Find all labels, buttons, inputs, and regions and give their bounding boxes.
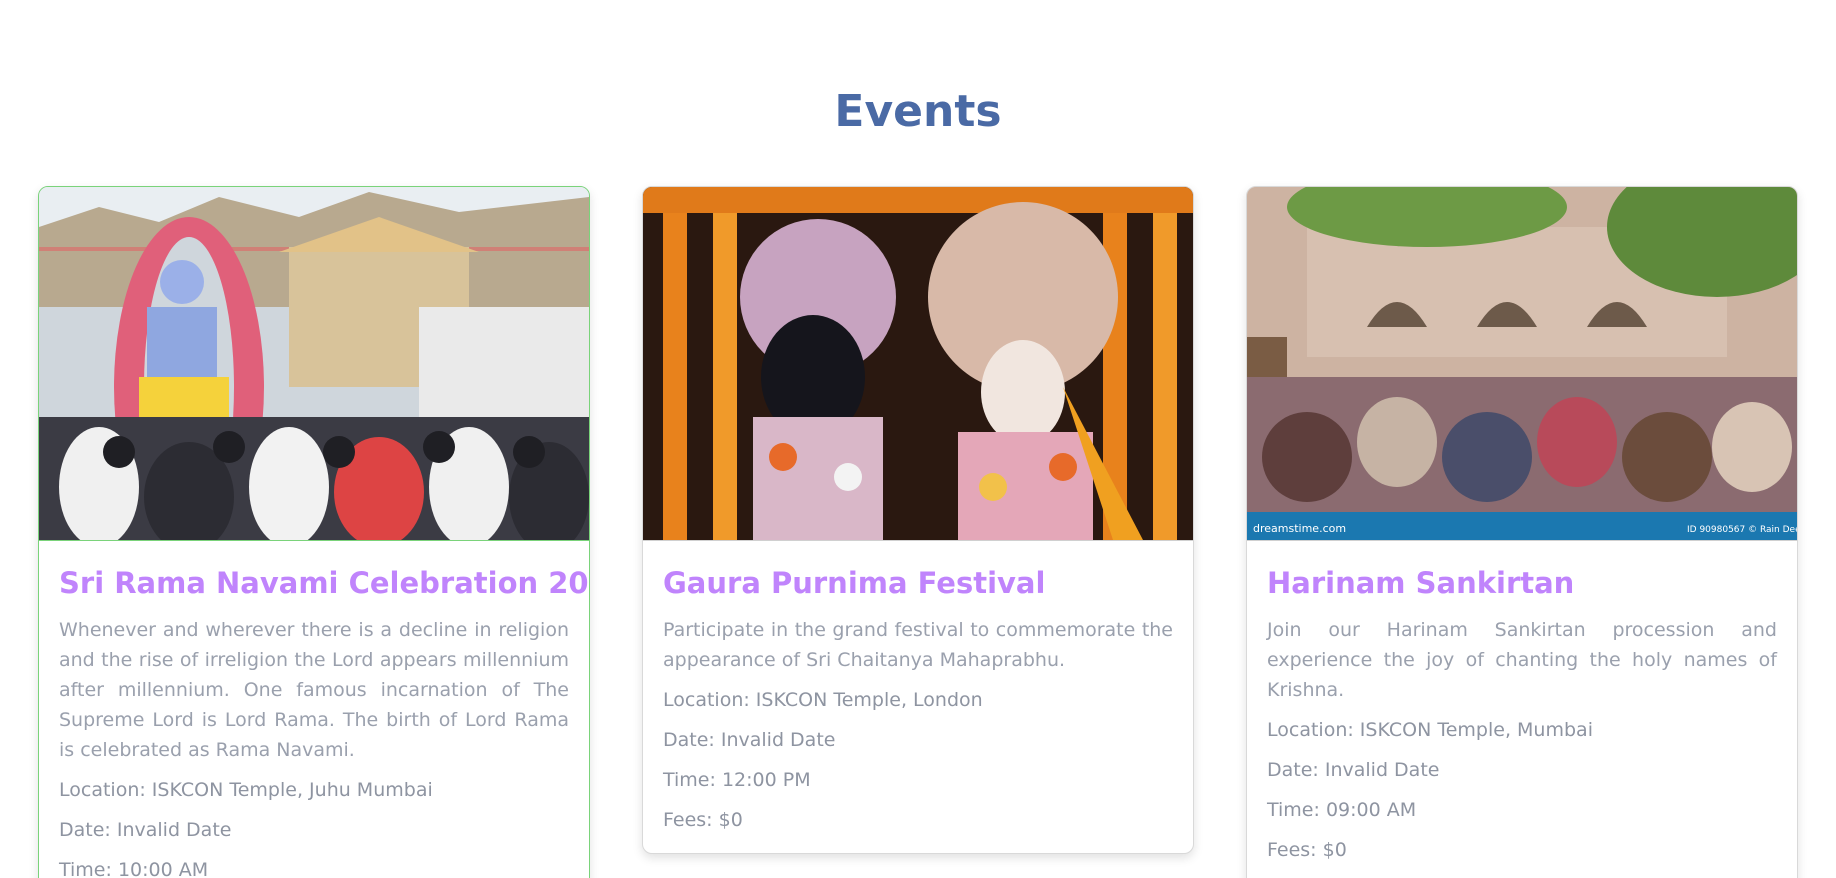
event-card[interactable]: dreamstime.com ID 90980567 © Rain Dee Ha… [1246,186,1798,878]
event-title[interactable]: Sri Rama Navami Celebration 2024 [59,565,589,601]
event-card-body: Gaura Purnima Festival Participate in th… [643,541,1193,833]
event-card[interactable]: Gaura Purnima Festival Participate in th… [642,186,1194,854]
event-card-body: Sri Rama Navami Celebration 2024 Wheneve… [39,541,589,878]
event-description: Join our Harinam Sankirtan procession an… [1267,619,1777,701]
event-fees: Fees: $0 [663,809,743,831]
event-date: Date: Invalid Date [663,729,836,751]
event-time: Time: 12:00 PM [663,769,811,791]
event-image [643,187,1193,541]
event-date: Date: Invalid Date [59,819,232,841]
page-title: Events [834,86,1002,137]
event-location: Location: ISKCON Temple, Juhu Mumbai [59,779,433,801]
event-time: Time: 10:00 AM [59,859,209,878]
event-title[interactable]: Harinam Sankirtan [1267,565,1777,601]
event-time: Time: 09:00 AM [1267,799,1417,821]
event-image: dreamstime.com ID 90980567 © Rain Dee [1247,187,1797,541]
events-page: Events Sri Rama Navami Celebration 2024 … [0,0,1836,878]
event-description: Participate in the grand festival to com… [663,619,1173,671]
watermark-left-text: dreamstime.com [1253,522,1346,535]
watermark-right-text: ID 90980567 © Rain Dee [1687,525,1797,535]
event-description: Whenever and wherever there is a decline… [59,619,569,761]
event-title[interactable]: Gaura Purnima Festival [663,565,1173,601]
event-image [39,187,589,541]
event-location: Location: ISKCON Temple, Mumbai [1267,719,1593,741]
event-fees: Fees: $0 [1267,839,1347,861]
event-location: Location: ISKCON Temple, London [663,689,983,711]
event-card[interactable]: Sri Rama Navami Celebration 2024 Wheneve… [38,186,590,878]
event-date: Date: Invalid Date [1267,759,1440,781]
event-card-body: Harinam Sankirtan Join our Harinam Sanki… [1247,541,1797,863]
